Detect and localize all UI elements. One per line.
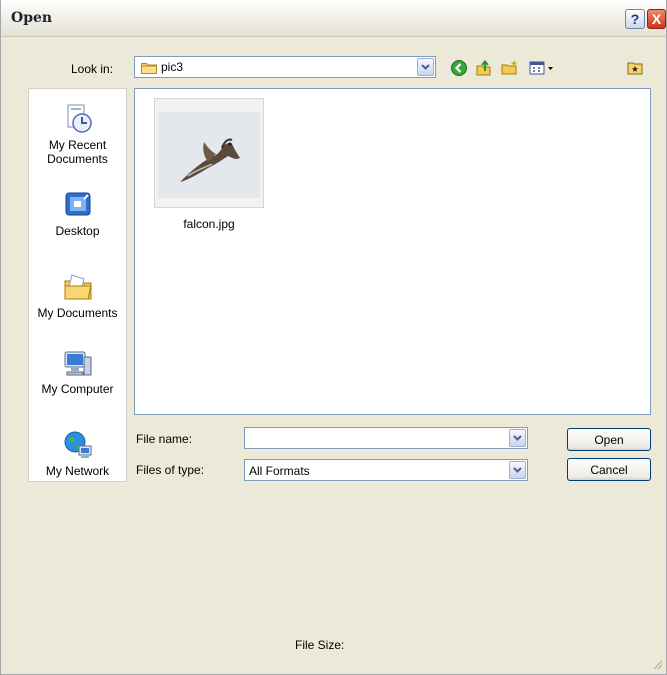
place-desktop[interactable]: Desktop (29, 189, 126, 238)
chevron-down-icon (421, 64, 430, 70)
look-in-combo[interactable]: pic3 (134, 56, 436, 78)
cancel-button[interactable]: Cancel (567, 458, 651, 481)
look-in-value: pic3 (161, 60, 184, 74)
chevron-down-icon (513, 467, 522, 473)
file-name-field-label: File name: (136, 432, 193, 446)
folder-icon (141, 63, 157, 74)
open-dialog: Open ? X Look in: pic3 My Recent Documen… (0, 0, 667, 675)
close-icon: X (651, 11, 662, 27)
place-my-documents[interactable]: My Documents (29, 271, 126, 320)
cancel-button-label: Cancel (590, 462, 628, 477)
place-label: My Computer (41, 382, 114, 396)
up-folder-button[interactable] (475, 59, 493, 77)
help-button[interactable]: ? (625, 9, 645, 29)
files-of-type-combo[interactable]: All Formats (244, 459, 528, 481)
new-folder-icon (501, 61, 517, 75)
place-my-recent-documents[interactable]: My Recent Documents (29, 103, 126, 166)
files-of-type-value: All Formats (249, 464, 310, 478)
new-folder-button[interactable] (501, 59, 519, 77)
my-documents-icon (64, 274, 92, 300)
look-in-dropdown-button[interactable] (417, 58, 434, 76)
dialog-title: Open (11, 10, 53, 26)
views-menu-icon (529, 61, 553, 75)
back-icon (451, 60, 467, 76)
my-computer-icon (64, 351, 91, 376)
title-bar[interactable]: Open ? X (1, 0, 666, 37)
look-in-label: Look in: (71, 62, 114, 76)
place-label: Desktop (55, 224, 100, 238)
file-name-label: falcon.jpg (183, 217, 235, 231)
place-label: My Recent Documents (47, 138, 108, 166)
help-icon: ? (630, 11, 640, 27)
open-button-label: Open (594, 432, 624, 447)
desktop-shortcut-icon (627, 62, 643, 75)
file-list[interactable]: falcon.jpg (134, 88, 651, 415)
file-size-label: File Size: (295, 638, 345, 652)
place-label: My Network (45, 464, 110, 478)
file-thumbnail[interactable] (154, 98, 264, 208)
back-button[interactable] (450, 59, 468, 77)
resize-grip-icon[interactable] (651, 658, 663, 670)
recent-documents-icon (67, 104, 92, 133)
open-button[interactable]: Open (567, 428, 651, 451)
files-of-type-dropdown-button[interactable] (509, 461, 526, 479)
file-name-dropdown-button[interactable] (509, 429, 526, 447)
close-button[interactable]: X (647, 9, 666, 29)
places-bar: My Recent Documents Desktop My Documents (28, 88, 127, 482)
desktop-shortcut-button[interactable] (626, 59, 644, 77)
chevron-down-icon (513, 435, 522, 441)
my-network-icon (64, 431, 91, 458)
place-my-computer[interactable]: My Computer (29, 347, 126, 396)
falcon-image (158, 112, 260, 198)
views-menu-button[interactable] (528, 59, 558, 77)
desktop-icon (65, 192, 90, 216)
files-of-type-label: Files of type: (136, 463, 205, 477)
place-my-network[interactable]: My Network (29, 429, 126, 478)
place-label: My Documents (37, 306, 118, 320)
file-name-combo[interactable] (244, 427, 528, 449)
up-folder-icon (476, 59, 491, 76)
